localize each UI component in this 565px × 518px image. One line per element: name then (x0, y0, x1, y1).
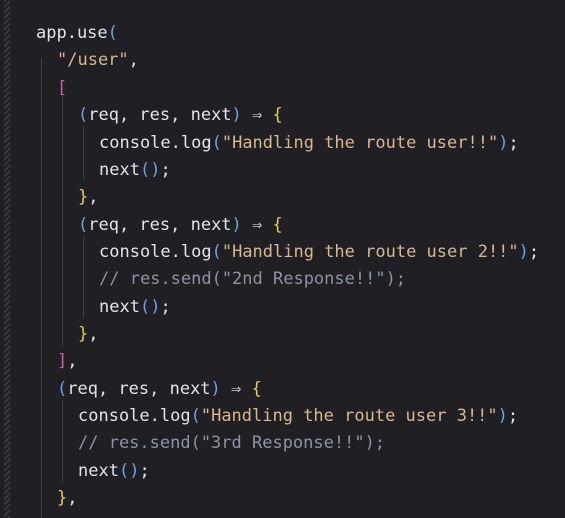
code-line: console.log("Handling the route user 2!!… (99, 242, 540, 262)
code-line: // res.send("3rd Response!!"); (78, 433, 386, 453)
code-line: app.use( (36, 23, 118, 43)
code-line: (req, res, next) ⇒ { (57, 379, 262, 399)
code-line: (req, res, next) ⇒ { (78, 215, 283, 235)
code-line: console.log("Handling the route user!!")… (99, 133, 519, 153)
code-line: "/user", (57, 50, 139, 70)
code-line: }, (78, 187, 99, 207)
code-line: [ (57, 78, 68, 98)
code-line: }, (57, 488, 78, 508)
code-line: // res.send("2nd Response!!"); (99, 269, 407, 289)
code-line: }, (78, 324, 99, 344)
code-line: (req, res, next) ⇒ { (78, 105, 283, 125)
code-line: next(); (78, 461, 150, 481)
code-line: ], (57, 351, 78, 371)
code-line: console.log("Handling the route user 3!!… (78, 406, 519, 426)
code-line: next(); (99, 297, 171, 317)
code-line: next(); (99, 160, 171, 180)
code-editor[interactable]: app.use( "/user", [ (req, res, next) ⇒ {… (0, 0, 565, 518)
